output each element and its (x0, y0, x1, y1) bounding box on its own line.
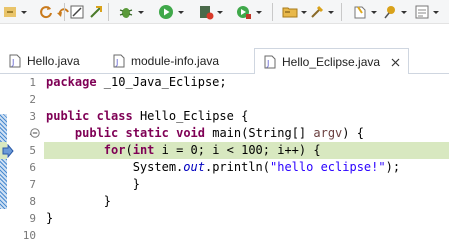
tab-module-info-java[interactable]: J module-info.java (104, 48, 244, 74)
svg-text:J: J (115, 58, 118, 67)
code-text: ); (385, 160, 401, 174)
search-dropdown[interactable] (327, 3, 334, 21)
code-text: ) { (342, 126, 364, 140)
fold-collapse-icon[interactable] (30, 128, 40, 138)
code-text: i = 0; i < 100; i++) { (154, 143, 321, 157)
java-file-icon: J (9, 54, 21, 68)
static-field: out (183, 160, 205, 174)
line-number: 7 (29, 178, 36, 191)
switch-icon[interactable] (2, 3, 18, 21)
external-tools-dropdown[interactable] (255, 3, 262, 21)
code-text: main(String[] (205, 126, 314, 140)
debug-marker-icon[interactable] (1, 144, 15, 158)
line-number: 9 (29, 212, 36, 225)
editor-tabs: J Hello.java J module-info.java J Hello_… (0, 48, 449, 75)
quick-diff-ruler (0, 74, 7, 251)
code-text: System. (132, 160, 184, 174)
refresh-icon[interactable] (38, 3, 54, 21)
tab-label: Hello_Eclipse.java (282, 55, 381, 69)
change-marker (0, 114, 7, 209)
toolbar-band (0, 24, 449, 48)
open-folder-dropdown[interactable] (300, 3, 307, 21)
code-editor[interactable]: 1 2 3 4 5 6 7 8 9 10 package _10_Java_Ec… (0, 74, 449, 251)
tab-hello-eclipse-java[interactable]: J Hello_Eclipse.java (254, 48, 409, 75)
open-folder-icon[interactable] (282, 3, 298, 21)
code-text: .println( (204, 160, 270, 174)
toolbar-separator (64, 3, 65, 21)
keyword: int (132, 143, 155, 157)
code-text: Hello_Eclipse { (132, 109, 249, 123)
tab-label: module-info.java (131, 54, 220, 68)
run-dropdown[interactable] (177, 3, 184, 21)
toolbar-separator (341, 3, 342, 21)
run-icon[interactable] (158, 3, 174, 21)
code-text: } (132, 177, 140, 191)
debug-icon[interactable] (118, 3, 134, 21)
keyword: static (125, 126, 169, 140)
close-icon[interactable] (389, 56, 402, 69)
code-text: _10_Java_Eclipse; (96, 75, 227, 89)
line-number: 3 (29, 110, 36, 123)
tab-label: Hello.java (27, 54, 80, 68)
keyword: public (46, 109, 90, 123)
keyword: for (103, 143, 126, 157)
open-task-icon[interactable] (88, 3, 104, 21)
search-icon[interactable] (309, 3, 325, 21)
code-line-8: } (46, 193, 111, 210)
code-text: ( (125, 143, 133, 157)
code-line-6: System.out.println("hello eclipse!"); (46, 159, 400, 176)
pin-icon[interactable] (382, 3, 398, 21)
line-number: 10 (22, 229, 36, 242)
parameter: argv (313, 126, 343, 140)
java-file-icon: J (264, 55, 276, 69)
code-text: } (103, 194, 112, 208)
code-line-9: } (46, 210, 53, 227)
svg-text:J: J (11, 58, 14, 67)
toolbar-separator (272, 3, 273, 21)
code-line-5: for(int i = 0; i < 100; i++) { (46, 142, 321, 159)
new-dropdown[interactable] (370, 3, 377, 21)
line-number: 1 (29, 76, 36, 89)
code-text: } (46, 211, 54, 225)
keyword: class (96, 109, 133, 123)
keyword: void (176, 126, 205, 140)
java-file-icon: J (113, 54, 125, 68)
svg-text:J: J (266, 59, 269, 68)
main-toolbar (0, 0, 449, 24)
code-line-4: public static void main(String[] argv) { (46, 125, 364, 142)
line-number: 6 (29, 161, 36, 174)
switch-dropdown[interactable] (20, 3, 27, 21)
properties-dropdown[interactable] (432, 3, 439, 21)
keyword: package (46, 75, 97, 89)
coverage-icon[interactable] (198, 3, 214, 21)
pin-dropdown[interactable] (400, 3, 407, 21)
properties-icon[interactable] (414, 3, 430, 21)
external-tools-icon[interactable] (236, 3, 252, 21)
code-line-7: } (46, 176, 140, 193)
line-number: 2 (29, 93, 36, 106)
new-icon[interactable] (352, 3, 368, 21)
line-number: 8 (29, 195, 36, 208)
code-line-1: package _10_Java_Eclipse; (46, 74, 227, 91)
line-number: 5 (29, 144, 36, 157)
keyword: public (74, 126, 119, 140)
tab-hello-java[interactable]: J Hello.java (0, 48, 100, 74)
skip-icon[interactable] (69, 3, 85, 21)
string-literal: "hello eclipse!" (270, 160, 386, 174)
toolbar-separator (108, 3, 109, 21)
debug-dropdown[interactable] (137, 3, 144, 21)
coverage-dropdown[interactable] (216, 3, 223, 21)
code-line-3: public class Hello_Eclipse { (46, 108, 248, 125)
